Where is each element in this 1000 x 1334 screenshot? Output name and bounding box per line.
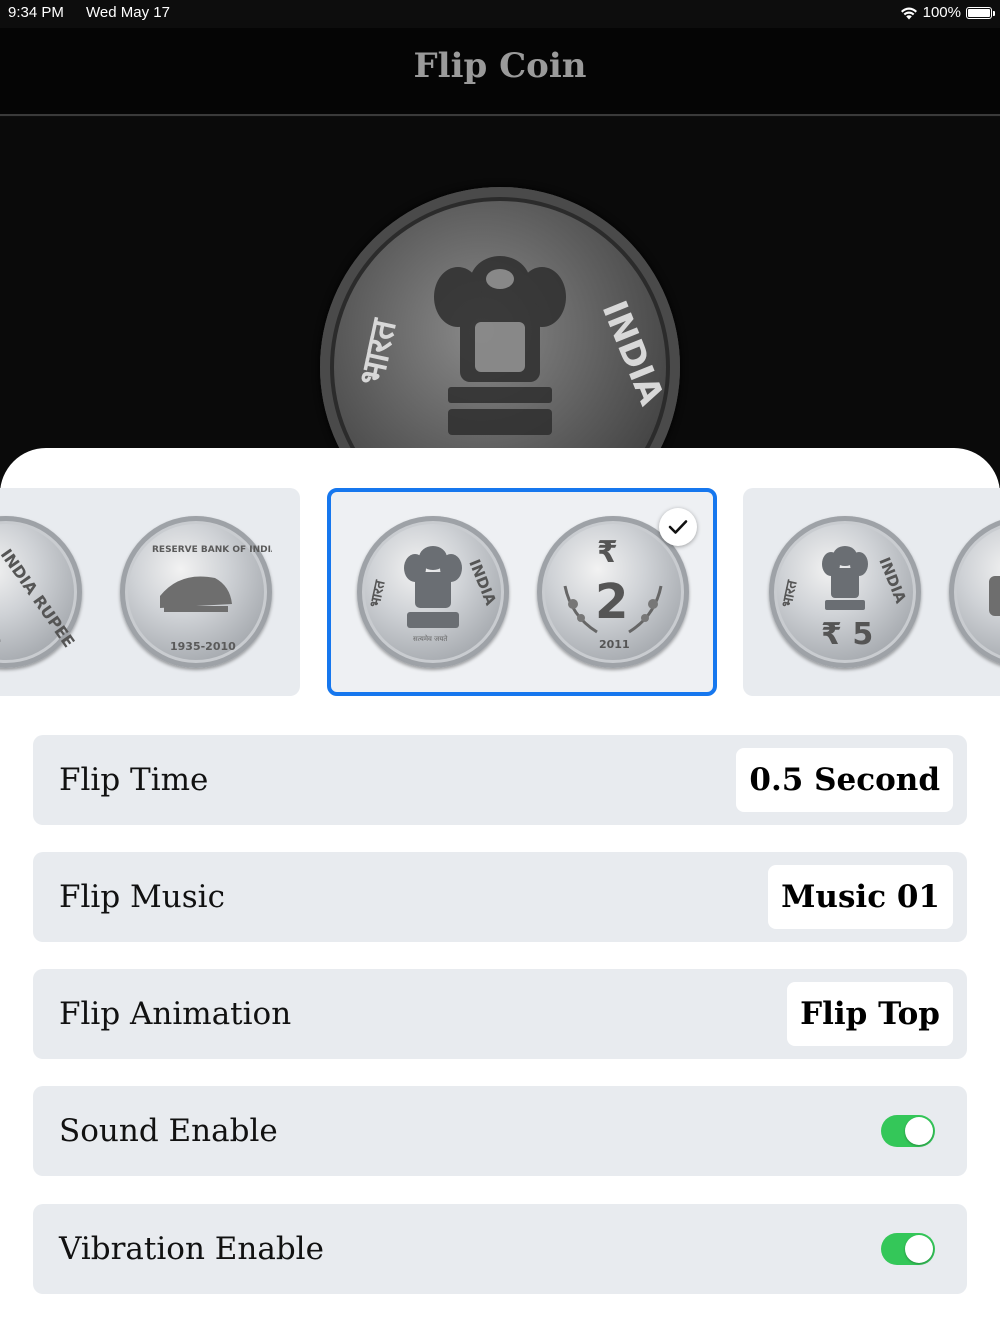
status-date: Wed May 17 — [86, 4, 170, 21]
coin-front: INDIA RUPEE 1 — [0, 516, 82, 668]
battery-icon — [966, 6, 995, 19]
flip-animation-label: Flip Animation — [59, 996, 292, 1032]
nav-header: Flip Coin — [0, 28, 1000, 116]
battery-percent: 100% — [922, 4, 961, 21]
vibration-enable-toggle[interactable] — [881, 1233, 935, 1265]
page-title: Flip Coin — [413, 46, 587, 86]
preview-coin-hindi-text: भारत — [352, 314, 405, 388]
coin-front-india-text: INDIA — [465, 557, 500, 608]
checkmark-icon — [668, 520, 688, 534]
flip-animation-row[interactable]: Flip Animation Flip Top — [33, 969, 967, 1059]
preview-coin-face: भारत INDIA — [352, 256, 672, 435]
preview-coin-india-text: INDIA — [594, 295, 672, 411]
coin-set-card[interactable]: भारत INDIA ₹ 5 — [743, 488, 1000, 696]
coin-back-year: 2011 — [599, 638, 630, 651]
toggle-knob — [905, 1235, 933, 1263]
status-time: 9:34 PM — [8, 4, 64, 21]
coin-front: भारत INDIA सत्यमेव जयते — [357, 516, 509, 668]
coin-front-india-text: INDIA — [875, 555, 910, 606]
status-bar: 9:34 PM Wed May 17 100% — [0, 0, 1000, 28]
settings-sheet: INDIA RUPEE 1 RESERVE BANK OF INDIA 1935… — [0, 448, 1000, 1334]
coin-set-card[interactable]: INDIA RUPEE 1 RESERVE BANK OF INDIA 1935… — [0, 488, 300, 696]
flip-music-row[interactable]: Flip Music Music 01 — [33, 852, 967, 942]
flip-music-label: Flip Music — [59, 879, 225, 915]
toggle-knob — [905, 1117, 933, 1145]
coin-front-hindi-text: भारत — [779, 578, 801, 609]
flip-animation-value[interactable]: Flip Top — [787, 982, 953, 1046]
status-indicators: 100% — [900, 4, 995, 21]
coin-set-card-selected[interactable]: भारत INDIA सत्यमेव जयते ₹ 2 2011 — [327, 488, 717, 696]
coin-front-value: ₹ 5 — [821, 617, 873, 652]
flip-time-value[interactable]: 0.5 Second — [736, 748, 953, 812]
sound-enable-row: Sound Enable — [33, 1086, 967, 1176]
coin-preview: भारत INDIA — [0, 117, 1000, 477]
coin-back: RESERVE BANK OF INDIA 1935-2010 — [120, 516, 272, 668]
wifi-icon — [900, 7, 917, 19]
coin-front-value: 1 — [0, 602, 5, 653]
flip-music-value[interactable]: Music 01 — [768, 865, 953, 929]
vibration-enable-row: Vibration Enable — [33, 1204, 967, 1294]
coin-front-motto: सत्यमेव जयते — [413, 634, 448, 643]
preview-coin[interactable]: भारत INDIA — [320, 187, 680, 477]
coin-carousel[interactable]: INDIA RUPEE 1 RESERVE BANK OF INDIA 1935… — [0, 488, 1000, 696]
sound-enable-label: Sound Enable — [59, 1113, 278, 1149]
coin-front-hindi-text: भारत — [367, 578, 389, 609]
coin-back-text: RESERVE BANK OF INDIA — [152, 545, 272, 555]
flip-time-row[interactable]: Flip Time 0.5 Second — [33, 735, 967, 825]
sound-enable-toggle[interactable] — [881, 1115, 935, 1147]
coin-back-rupee-symbol: ₹ — [597, 535, 618, 570]
vibration-enable-label: Vibration Enable — [59, 1231, 324, 1267]
coin-back-years: 1935-2010 — [170, 640, 236, 653]
flip-time-label: Flip Time — [59, 762, 209, 798]
selected-check-badge — [659, 508, 697, 546]
coin-front-text: INDIA RUPEE — [0, 545, 78, 650]
coin-back — [949, 516, 1000, 668]
coin-back-value: 2 — [595, 574, 628, 630]
coin-front: भारत INDIA ₹ 5 — [769, 516, 921, 668]
